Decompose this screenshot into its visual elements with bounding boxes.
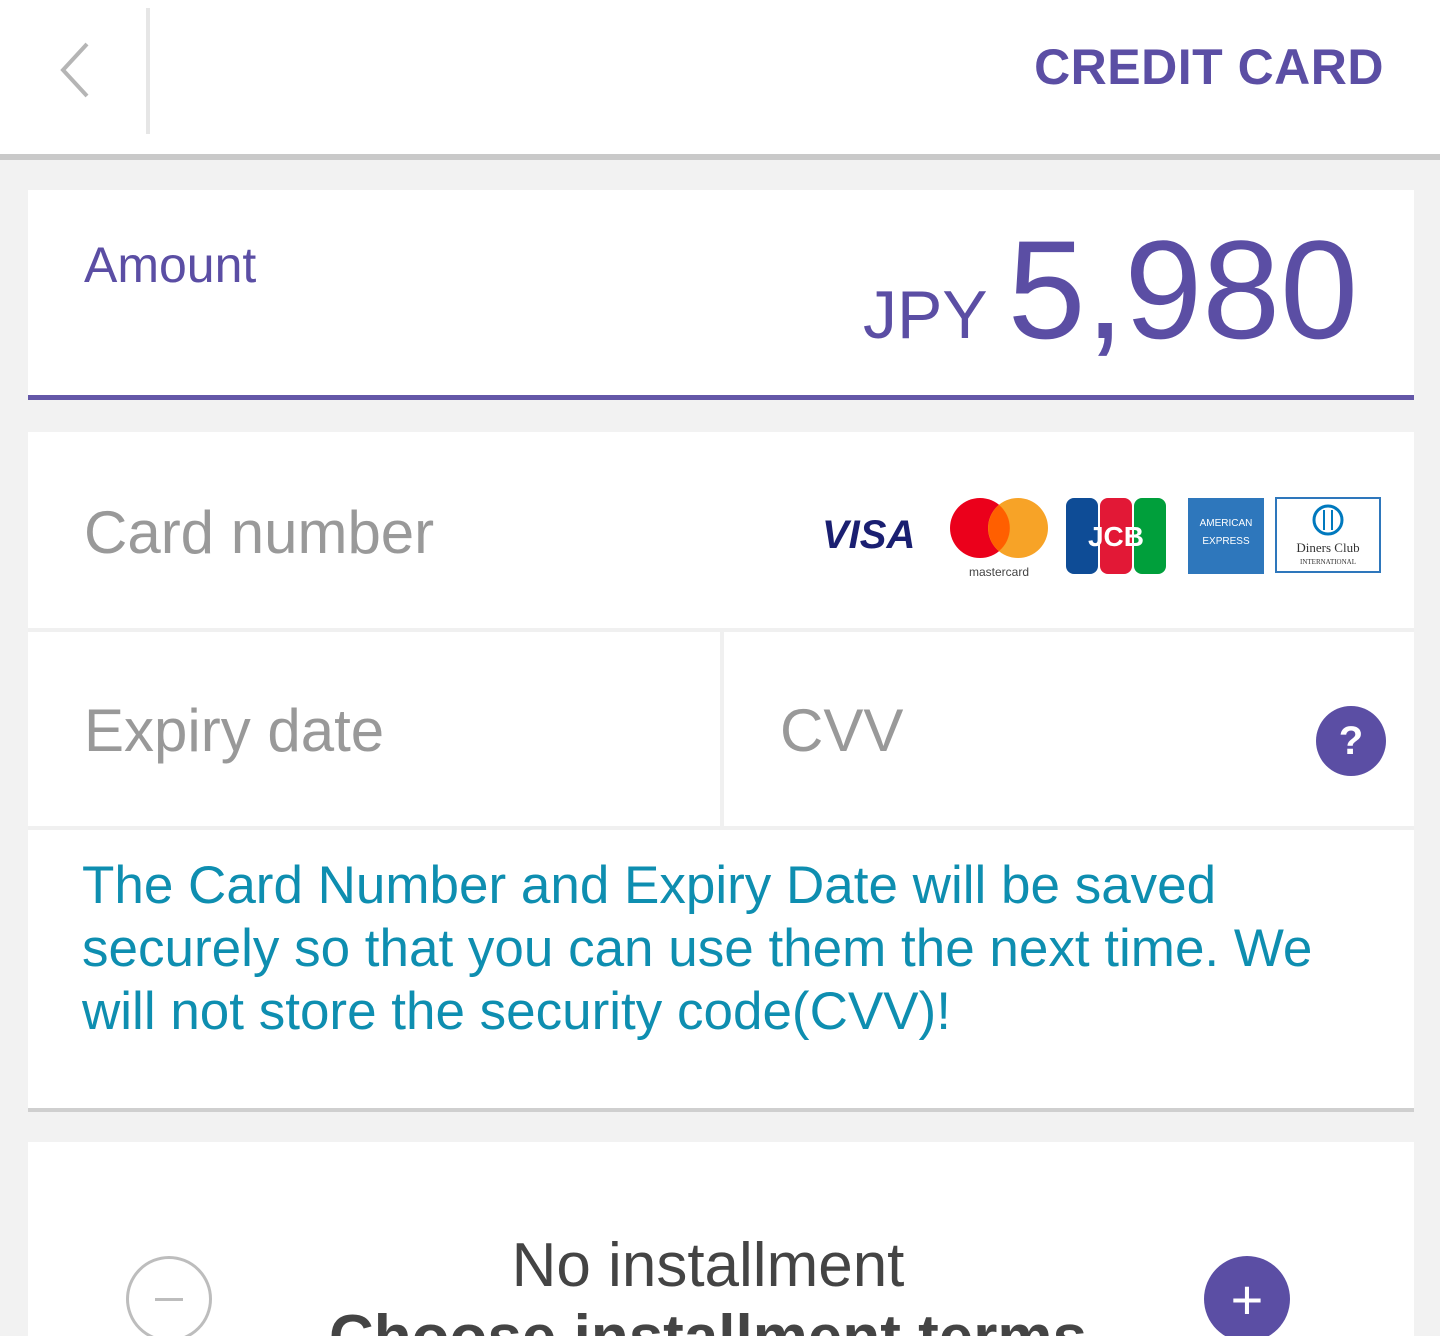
amount-number: 5,980	[1007, 211, 1358, 368]
installment-subtitle: Choose installment terms	[28, 1302, 1388, 1336]
page-title: CREDIT CARD	[1034, 39, 1384, 95]
header-divider	[146, 8, 150, 134]
card-brand-logos: VISA mastercard JCB AMERICAN EXPRESS Din…	[822, 497, 1381, 579]
plus-icon: +	[1230, 1267, 1264, 1331]
back-button[interactable]	[30, 20, 120, 120]
installment-title: No installment	[511, 1231, 905, 1300]
amount-card: Amount JPY 5,980	[28, 190, 1414, 400]
diners-club-logo-icon: Diners Club INTERNATIONAL	[1275, 497, 1381, 573]
mastercard-logo-text: mastercard	[969, 565, 1029, 579]
jcb-logo-text: JCB	[1088, 521, 1144, 552]
installment-card: No installment Choose installment terms …	[28, 1142, 1414, 1336]
card-number-field[interactable]: Card number	[84, 498, 434, 567]
diners-logo-line1: Diners Club	[1296, 540, 1359, 555]
amount-label: Amount	[84, 237, 257, 293]
save-card-info-text: The Card Number and Expiry Date will be …	[82, 856, 1313, 1041]
visa-logo-text: VISA	[822, 513, 915, 557]
app-header: CREDIT CARD	[0, 0, 1440, 156]
increase-installment-button[interactable]: +	[1204, 1256, 1290, 1336]
jcb-logo-icon: JCB	[1066, 498, 1166, 574]
amount-currency: JPY	[862, 277, 988, 353]
form-col-divider	[720, 630, 724, 828]
amount-value-group: JPY 5,980	[863, 220, 1358, 360]
cvv-field[interactable]: CVV	[780, 696, 903, 765]
header-bottom-border	[0, 154, 1440, 160]
cvv-help-button[interactable]: ?	[1316, 706, 1386, 776]
amex-logo-line2: EXPRESS	[1202, 536, 1250, 547]
amex-logo-icon: AMERICAN EXPRESS	[1188, 498, 1264, 574]
visa-logo-icon: VISA	[822, 513, 915, 557]
expiry-date-field[interactable]: Expiry date	[84, 696, 384, 765]
mastercard-logo-icon: mastercard	[950, 498, 1048, 579]
chevron-left-icon	[60, 42, 89, 98]
card-form: Card number VISA mastercard JCB AMERICAN…	[28, 432, 1414, 1112]
diners-logo-line2: INTERNATIONAL	[1300, 558, 1356, 566]
form-row-divider	[28, 826, 1414, 830]
amex-logo-line1: AMERICAN	[1200, 518, 1253, 529]
question-icon: ?	[1338, 718, 1364, 763]
